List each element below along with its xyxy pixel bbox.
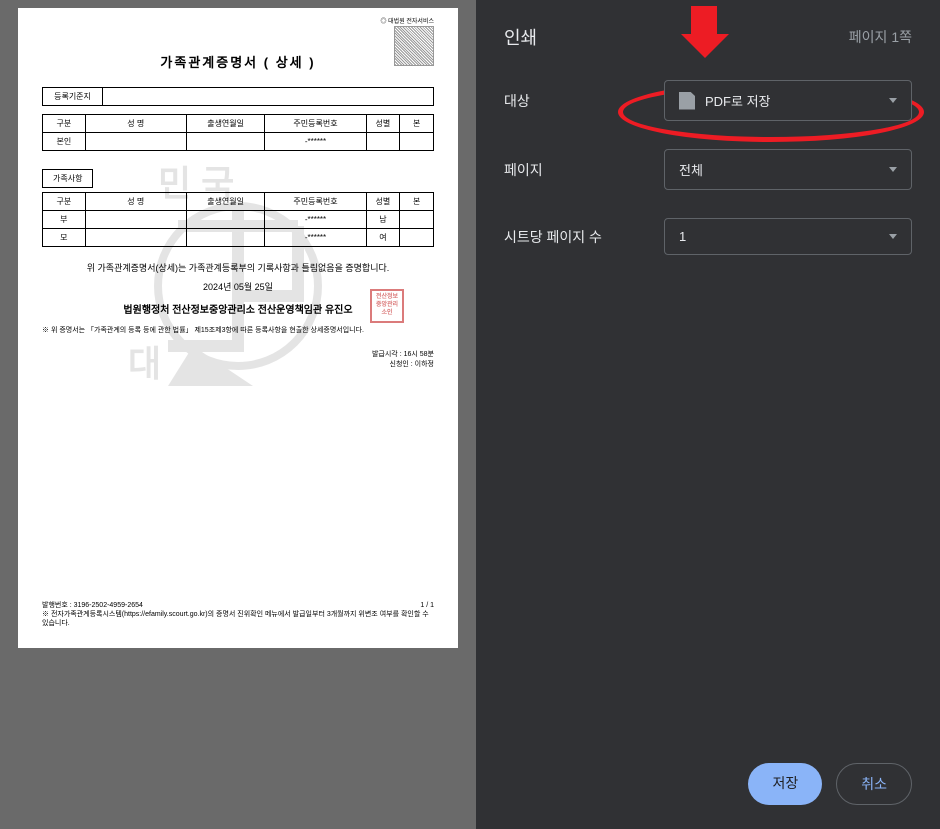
- cancel-button[interactable]: 취소: [836, 763, 912, 805]
- per-sheet-label: 시트당 페이지 수: [504, 227, 664, 247]
- pages-value: 전체: [679, 160, 703, 179]
- cell-name: [85, 211, 186, 229]
- hdr-gender: 성별: [366, 115, 400, 133]
- hdr-name: 성 명: [85, 193, 186, 211]
- cert-text: 위 가족관계증명서(상세)는 가족관계등록부의 기록사항과 틀림없음을 증명합니…: [42, 261, 434, 274]
- row-pages: 페이지 전체: [504, 149, 912, 190]
- page-count: 페이지 1쪽: [849, 27, 912, 47]
- cell-rrn: -******: [265, 211, 366, 229]
- pdf-icon: [679, 92, 695, 110]
- applicant-label: 신청인 :: [390, 361, 415, 368]
- document-preview: ◎ 대법원 전자서비스 민 국 대 가족관계증명서 ( 상세 ) 등록기준지 구…: [18, 8, 458, 648]
- cell-birth: [186, 229, 265, 247]
- hdr-name: 성 명: [85, 115, 186, 133]
- cell-rrn: -******: [265, 229, 366, 247]
- self-table: 구분 성 명 출생연월일 주민등록번호 성별 본 본인 -******: [42, 114, 434, 151]
- table-row: 구분 성 명 출생연월일 주민등록번호 성별 본: [43, 115, 434, 133]
- cell-name: [85, 229, 186, 247]
- destination-label: 대상: [504, 91, 664, 111]
- applicant: 이하정: [415, 361, 434, 368]
- cell-bon: [400, 211, 434, 229]
- save-button[interactable]: 저장: [748, 763, 822, 805]
- family-section-label: 가족사항: [42, 169, 93, 188]
- register-base-table: 등록기준지: [42, 87, 434, 106]
- cell-gender: 남: [366, 211, 400, 229]
- issue-time-label: 발급시각 :: [372, 351, 404, 358]
- hdr-bon: 본: [400, 193, 434, 211]
- chevron-down-icon: [889, 167, 897, 172]
- per-sheet-dropdown[interactable]: 1: [664, 218, 912, 255]
- cell-gubun: 부: [43, 211, 86, 229]
- destination-value: PDF로 저장: [705, 91, 771, 110]
- cell-birth: [186, 211, 265, 229]
- doc-footer: 발행번호 : 3196-2502-4959-2654 1 / 1 ※ 전자가족관…: [42, 601, 434, 628]
- preview-area: ◎ 대법원 전자서비스 민 국 대 가족관계증명서 ( 상세 ) 등록기준지 구…: [0, 0, 476, 829]
- row-per-sheet: 시트당 페이지 수 1: [504, 218, 912, 255]
- cell-name: [85, 133, 186, 151]
- doc-meta: 발급시각 : 16시 58분 신청인 : 이하정: [42, 350, 434, 371]
- hdr-birth: 출생연월일: [186, 115, 265, 133]
- table-row: 부 -****** 남: [43, 211, 434, 229]
- issue-no-label: 발행번호 :: [42, 602, 74, 609]
- hdr-rrn: 주민등록번호: [265, 115, 366, 133]
- page-number: 1 / 1: [420, 601, 434, 610]
- chevron-down-icon: [889, 98, 897, 103]
- chevron-down-icon: [889, 234, 897, 239]
- table-row: 등록기준지: [43, 88, 434, 106]
- table-row: 구분 성 명 출생연월일 주민등록번호 성별 본: [43, 193, 434, 211]
- cell-gender: [366, 133, 400, 151]
- issue-no: 3196-2502-4959-2654: [74, 602, 143, 609]
- row-destination: 대상 PDF로 저장: [504, 80, 912, 121]
- cert-issuer-text: 법원행정처 전산정보중앙관리소 전산운영책임관 유진오: [123, 305, 352, 316]
- cell-bon: [400, 133, 434, 151]
- destination-dropdown[interactable]: PDF로 저장: [664, 80, 912, 121]
- footer-note: ※ 전자가족관계등록시스템(https://efamily.scourt.go.…: [42, 610, 434, 628]
- cell-gubun: 본인: [43, 133, 86, 151]
- hdr-bon: 본: [400, 115, 434, 133]
- pages-label: 페이지: [504, 160, 664, 180]
- pages-dropdown[interactable]: 전체: [664, 149, 912, 190]
- family-table: 구분 성 명 출생연월일 주민등록번호 성별 본 부 -****** 남 모: [42, 192, 434, 247]
- hdr-gubun: 구분: [43, 193, 86, 211]
- cell-bon: [400, 229, 434, 247]
- register-label: 등록기준지: [43, 88, 103, 106]
- issue-time: 16시 58분: [404, 351, 434, 358]
- seal-stamp: 전산정보중앙관리소인: [370, 289, 404, 323]
- print-panel: 인쇄 페이지 1쪽 대상 PDF로 저장 페이지 전체 시트당 페이지 수 1: [476, 0, 940, 829]
- cell-gender: 여: [366, 229, 400, 247]
- table-row: 본인 -******: [43, 133, 434, 151]
- panel-title: 인쇄: [504, 24, 537, 50]
- hdr-gubun: 구분: [43, 115, 86, 133]
- hdr-rrn: 주민등록번호: [265, 193, 366, 211]
- panel-footer: 저장 취소: [748, 763, 912, 805]
- cell-rrn: -******: [265, 133, 366, 151]
- per-sheet-value: 1: [679, 229, 686, 244]
- doc-title: 가족관계증명서 ( 상세 ): [42, 52, 434, 71]
- cell-birth: [186, 133, 265, 151]
- register-value: [103, 88, 434, 106]
- doc-note: ※ 위 증명서는 「가족관계의 등록 등에 관한 법률」 제15조제3항에 따른…: [42, 326, 434, 336]
- cert-issuer: 법원행정처 전산정보중앙관리소 전산운영책임관 유진오 전산정보중앙관리소인: [42, 301, 434, 316]
- qr-label: ◎ 대법원 전자서비스: [381, 16, 435, 25]
- panel-header: 인쇄 페이지 1쪽: [504, 24, 912, 50]
- table-row: 모 -****** 여: [43, 229, 434, 247]
- cell-gubun: 모: [43, 229, 86, 247]
- hdr-gender: 성별: [366, 193, 400, 211]
- hdr-birth: 출생연월일: [186, 193, 265, 211]
